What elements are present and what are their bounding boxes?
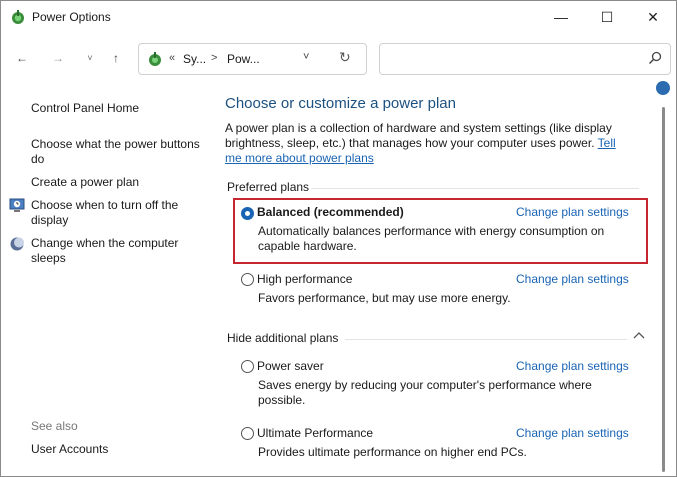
search-icon[interactable]: [648, 51, 662, 65]
plan-name-power-saver[interactable]: Power saver: [257, 359, 324, 373]
control-panel-home-link[interactable]: Control Panel Home: [31, 101, 201, 116]
sidebar-item-display-off[interactable]: Choose when to turn off the display: [31, 198, 201, 228]
change-plan-settings-ultimate-performance[interactable]: Change plan settings: [516, 426, 629, 440]
scrollbar-top-cap[interactable]: [656, 81, 670, 95]
left-task-pane: Control Panel Home Choose what the power…: [1, 87, 213, 476]
breadcrumb-power-options[interactable]: Pow...: [227, 52, 260, 66]
search-input[interactable]: [379, 43, 671, 75]
sidebar-item-create-plan[interactable]: Create a power plan: [31, 175, 201, 190]
change-plan-settings-high-performance[interactable]: Change plan settings: [516, 272, 629, 286]
main-content: Choose or customize a power plan A power…: [213, 87, 653, 476]
title-bar: Power Options — ☐ ✕: [1, 1, 676, 33]
close-button[interactable]: ✕: [630, 1, 676, 33]
change-plan-settings-balanced[interactable]: Change plan settings: [516, 205, 629, 219]
vertical-scrollbar[interactable]: [656, 81, 670, 476]
address-dropdown-icon[interactable]: ˅: [303, 51, 309, 63]
up-arrow-icon[interactable]: ↑: [105, 47, 127, 69]
intro-body: A power plan is a collection of hardware…: [225, 121, 612, 150]
plan-desc-balanced: Automatically balances performance with …: [258, 224, 605, 253]
moon-icon: [10, 237, 24, 251]
radio-balanced[interactable]: [241, 207, 254, 220]
radio-ultimate-performance[interactable]: [241, 427, 254, 440]
intro-text: A power plan is a collection of hardware…: [225, 121, 635, 166]
scrollbar-thumb[interactable]: [662, 107, 665, 472]
change-plan-settings-power-saver[interactable]: Change plan settings: [516, 359, 629, 373]
plan-name-high-performance[interactable]: High performance: [257, 272, 352, 286]
breadcrumb-system[interactable]: Sy...: [183, 52, 206, 66]
see-also-heading: See also: [31, 419, 78, 433]
power-options-app-icon: [12, 10, 24, 24]
plan-desc-high-performance: Favors performance, but may use more ene…: [258, 291, 511, 305]
collapse-chevron-up-icon[interactable]: [633, 331, 645, 339]
minimize-button[interactable]: —: [538, 1, 584, 33]
navigation-bar: ← → ˅ ↑ « Sy... > Pow... ˅ ↻: [1, 41, 676, 77]
power-options-window: Power Options — ☐ ✕ ← → ˅ ↑ « Sy... > Po…: [0, 0, 677, 477]
forward-arrow-icon[interactable]: →: [47, 47, 69, 69]
preferred-plans-divider: [311, 188, 639, 189]
address-bar[interactable]: « Sy... > Pow... ˅ ↻: [138, 43, 367, 75]
additional-plans-divider: [345, 339, 627, 340]
monitor-clock-icon: [9, 198, 25, 212]
address-overflow-chevron[interactable]: «: [169, 52, 175, 64]
radio-power-saver[interactable]: [241, 360, 254, 373]
maximize-button[interactable]: ☐: [584, 1, 630, 33]
control-panel-icon: [149, 52, 161, 66]
back-arrow-icon[interactable]: ←: [11, 47, 33, 69]
refresh-icon[interactable]: ↻: [339, 49, 351, 66]
recent-locations-chevron-icon[interactable]: ˅: [79, 47, 101, 69]
plan-name-balanced[interactable]: Balanced (recommended): [257, 205, 404, 219]
sidebar-item-power-buttons[interactable]: Choose what the power buttons do: [31, 137, 201, 167]
preferred-plans-header: Preferred plans: [227, 180, 310, 194]
radio-high-performance[interactable]: [241, 273, 254, 286]
plan-name-ultimate-performance[interactable]: Ultimate Performance: [257, 426, 373, 440]
additional-plans-header[interactable]: Hide additional plans: [227, 331, 338, 345]
user-accounts-link[interactable]: User Accounts: [31, 442, 201, 457]
page-title: Choose or customize a power plan: [225, 95, 456, 112]
window-title: Power Options: [32, 10, 111, 24]
breadcrumb-separator-icon[interactable]: >: [211, 52, 217, 64]
plan-desc-ultimate-performance: Provides ultimate performance on higher …: [258, 445, 527, 459]
sidebar-item-sleep[interactable]: Change when the computer sleeps: [31, 236, 201, 266]
plan-desc-power-saver: Saves energy by reducing your computer's…: [258, 378, 592, 407]
